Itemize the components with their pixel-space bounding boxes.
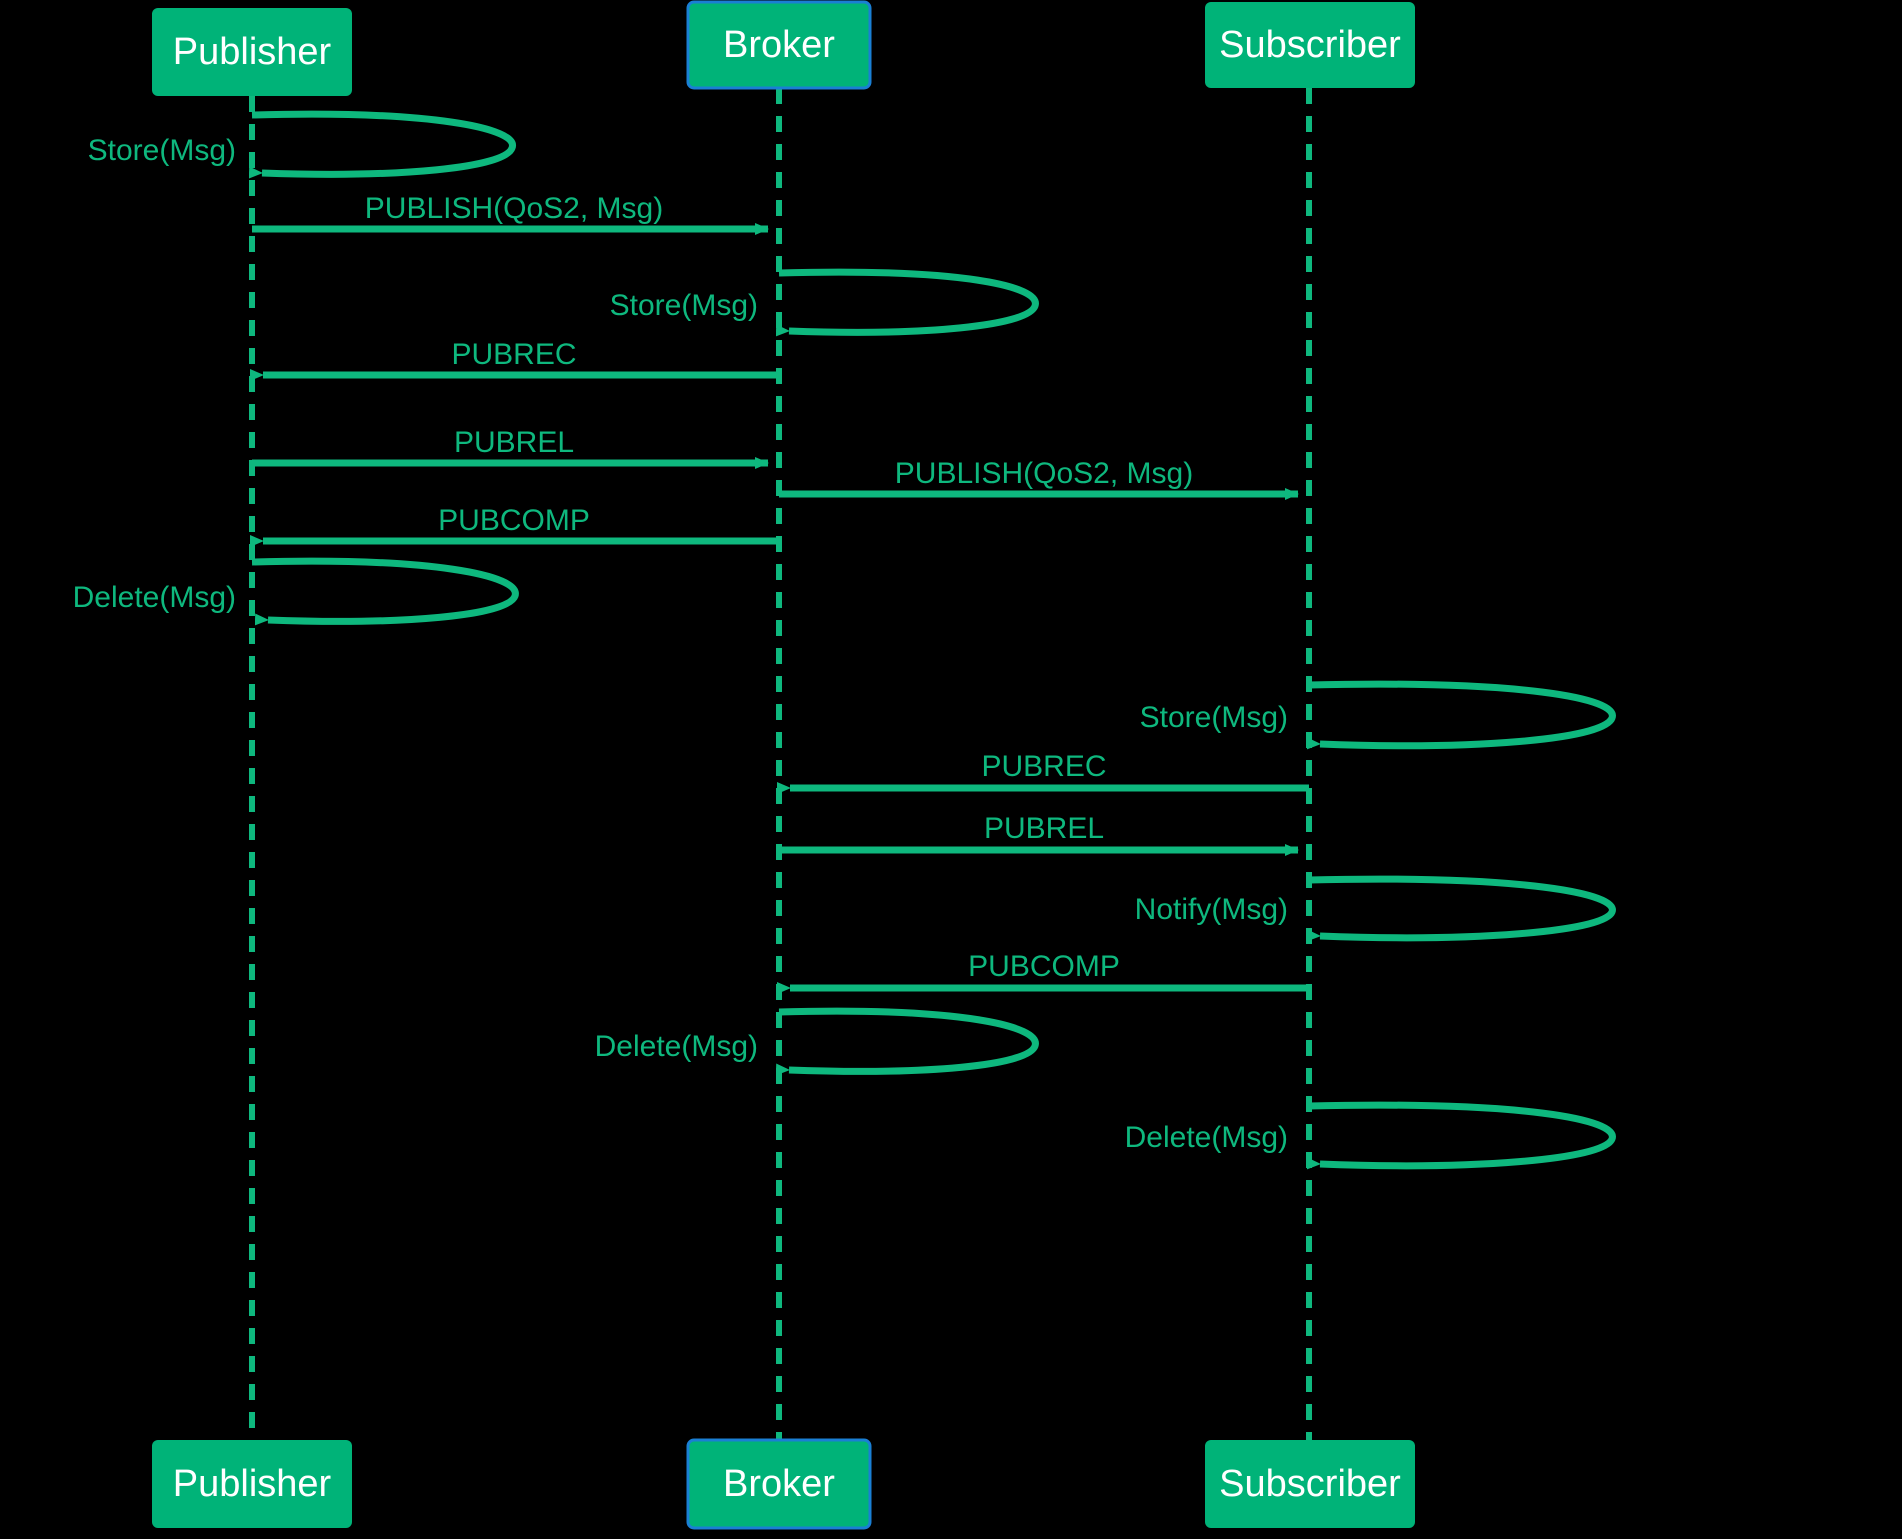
message-label-store-msg-subscriber: Store(Msg): [1139, 701, 1288, 734]
message-label-delete-msg-subscriber: Delete(Msg): [1124, 1121, 1288, 1154]
message-label-pubrec-broker-pub: PUBREC: [451, 338, 577, 371]
message-label-pubcomp-sub-broker: PUBCOMP: [968, 950, 1120, 983]
self-loop-subscriber-delete: [1306, 1101, 1616, 1170]
self-loop-broker-delete: [775, 1007, 1039, 1076]
message-label-pubrec-sub-broker: PUBREC: [981, 750, 1107, 783]
footer-boxes: [152, 1438, 1415, 1530]
footer-box-broker[interactable]: [686, 1438, 872, 1530]
header-box-broker[interactable]: [686, 0, 872, 90]
self-loop-publisher-delete: [251, 557, 519, 626]
message-label-publish-qos2-pub-broker: PUBLISH(QoS2, Msg): [364, 192, 664, 225]
self-loop-subscriber-notify: [1306, 875, 1616, 942]
self-loop-publisher-store: [248, 110, 516, 179]
self-loop-broker-store: [775, 268, 1039, 337]
message-label-delete-msg-publisher: Delete(Msg): [72, 581, 236, 614]
footer-box-publisher[interactable]: [152, 1440, 352, 1528]
header-boxes: [152, 0, 1415, 96]
header-box-subscriber[interactable]: [1205, 2, 1415, 88]
message-label-pubrel-broker-sub: PUBREL: [983, 812, 1105, 845]
message-label-store-msg-publisher: Store(Msg): [87, 134, 236, 167]
header-box-publisher[interactable]: [152, 8, 352, 96]
sequence-diagram: Publisher Broker Subscriber Publisher Br…: [0, 0, 1902, 1539]
message-label-store-msg-broker: Store(Msg): [609, 289, 758, 322]
message-label-publish-qos2-broker-sub: PUBLISH(QoS2, Msg): [894, 457, 1194, 490]
footer-box-subscriber[interactable]: [1205, 1440, 1415, 1528]
message-label-pubrel-pub-broker: PUBREL: [453, 426, 575, 459]
message-label-pubcomp-broker-pub: PUBCOMP: [438, 504, 590, 537]
message-label-notify-msg-subscriber: Notify(Msg): [1134, 893, 1288, 926]
message-label-delete-msg-broker: Delete(Msg): [594, 1030, 758, 1063]
self-loop-subscriber-store: [1306, 680, 1616, 750]
